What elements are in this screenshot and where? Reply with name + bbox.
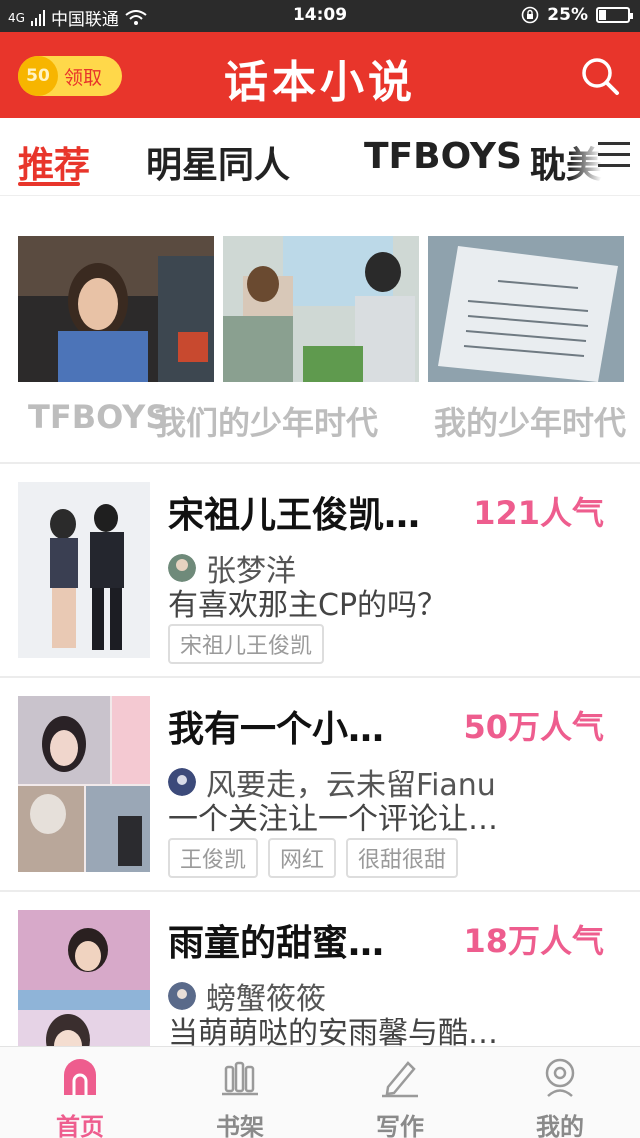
- app-header: 50 领取 话本小说: [0, 32, 640, 118]
- active-tab-indicator: [18, 182, 80, 186]
- home-icon: [64, 1059, 96, 1095]
- novel-title: 宋祖儿王俊凯…: [168, 495, 421, 536]
- battery-percent: 25%: [547, 5, 588, 25]
- battery-level: [599, 10, 606, 20]
- novel-tags: 王俊凯 网红 很甜很甜: [168, 838, 459, 878]
- menu-icon[interactable]: [598, 142, 630, 170]
- app-screen: 4G 中国联通 14:09 25% 50 领取 话本小说 推荐 明星同人 TFB…: [0, 0, 640, 1138]
- novel-tag[interactable]: 王俊凯: [168, 838, 259, 878]
- rotation-lock-icon: [521, 6, 539, 24]
- topic-label[interactable]: 我的少年时代: [434, 398, 626, 444]
- novel-card[interactable]: 宋祖儿王俊凯… 121人气 张梦洋 有喜欢那主CP的吗？ 宋祖儿王俊凯: [0, 464, 640, 676]
- nav-bookshelf[interactable]: 书架: [190, 1055, 290, 1138]
- topic-card[interactable]: [18, 236, 214, 382]
- bottom-nav: 首页 书架 写作 我的: [0, 1046, 640, 1138]
- nav-label: 写作: [376, 1113, 424, 1138]
- nav-write[interactable]: 写作: [350, 1055, 450, 1138]
- topic-label[interactable]: TFBOYS: [28, 398, 168, 436]
- topic-image: [18, 236, 214, 382]
- novel-tag[interactable]: 宋祖儿王俊凯: [168, 624, 325, 664]
- novel-cover: [18, 482, 150, 658]
- topic-card[interactable]: [428, 236, 624, 382]
- search-icon[interactable]: [578, 54, 622, 98]
- topic-label[interactable]: 我们的少年时代: [154, 398, 378, 444]
- novel-popularity: 18万人气: [463, 922, 604, 960]
- status-right: 25%: [521, 5, 633, 25]
- novel-description: 一个关注让一个评论让…: [168, 802, 498, 837]
- novel-description: 有喜欢那主CP的吗？: [168, 588, 448, 623]
- status-bar: 4G 中国联通 14:09 25%: [0, 0, 640, 32]
- tab-recommend[interactable]: 推荐: [18, 136, 90, 188]
- novel-tag[interactable]: 很甜很甜: [346, 838, 459, 878]
- novel-popularity: 50万人气: [463, 708, 604, 746]
- profile-icon: [545, 1058, 575, 1097]
- author-avatar: [168, 982, 196, 1010]
- novel-cover: [18, 696, 150, 872]
- battery-icon: [596, 7, 633, 23]
- topic-image: [223, 236, 419, 382]
- novel-tag[interactable]: 网红: [268, 838, 337, 878]
- topic-card[interactable]: [223, 236, 419, 382]
- app-title: 话本小说: [224, 57, 416, 108]
- novel-title: 雨童的甜蜜…: [168, 923, 385, 964]
- tab-star-fanfic[interactable]: 明星同人: [146, 136, 290, 188]
- novel-popularity: 121人气: [473, 494, 604, 532]
- novel-card[interactable]: 我有一个小… 50万人气 风要走，云未留Fianu 一个关注让一个评论让… 王俊…: [0, 678, 640, 890]
- topic-labels: TFBOYS 我们的少年时代 我的少年时代: [28, 398, 640, 448]
- pen-icon: [382, 1061, 418, 1098]
- author-avatar: [168, 554, 196, 582]
- nav-label: 首页: [56, 1113, 104, 1138]
- novel-tags: 宋祖儿王俊凯: [168, 624, 325, 664]
- category-tabs: 推荐 明星同人 TFBOYS 耽美: [0, 118, 640, 196]
- nav-profile[interactable]: 我的: [510, 1055, 610, 1138]
- nav-label: 我的: [536, 1113, 584, 1138]
- nav-home[interactable]: 首页: [30, 1055, 130, 1138]
- bookshelf-icon: [222, 1061, 258, 1096]
- topic-image: [428, 236, 624, 382]
- topic-row: [18, 236, 640, 382]
- novel-title: 我有一个小…: [168, 709, 385, 750]
- tab-tfboys[interactable]: TFBOYS: [364, 136, 522, 177]
- nav-label: 书架: [216, 1113, 264, 1138]
- author-avatar: [168, 768, 196, 796]
